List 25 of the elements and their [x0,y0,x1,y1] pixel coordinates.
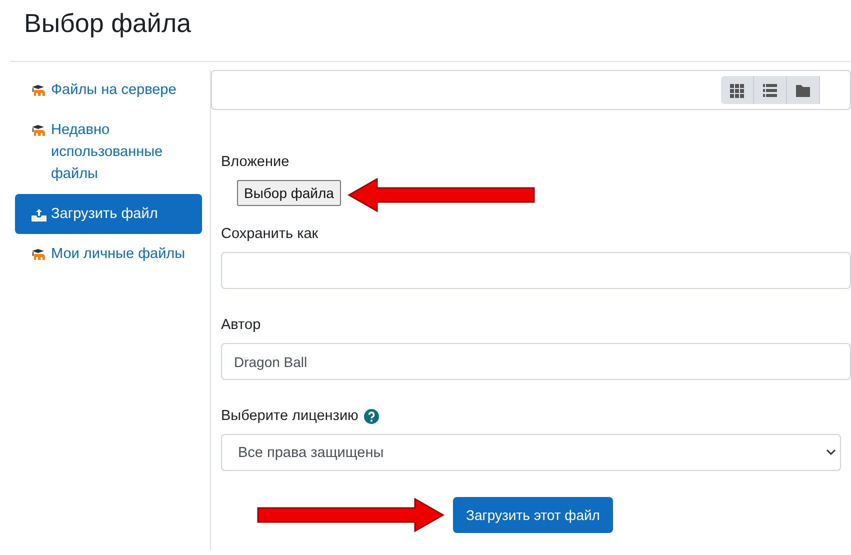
list-view-button[interactable] [754,76,787,104]
folder-view-button[interactable] [787,76,820,104]
license-dropdown[interactable]: Все права защищены [221,434,841,471]
dialog-title: Выбор файла [24,7,192,38]
field-label: Вложение [221,153,290,172]
upload-file-button[interactable]: Загрузить этот файл [453,497,613,533]
sidebar-item[interactable]: Файлы на сервере [15,70,202,110]
choose-file-button[interactable]: Выбор файла [237,180,341,206]
save-as-field[interactable] [221,252,851,289]
graduation-cap-icon [31,248,47,260]
sidebar-item[interactable]: Загрузить файл [15,194,202,234]
field-label: Автор [221,316,262,335]
grid-view-icon [729,82,745,98]
field-label: Сохранить как [221,225,320,244]
chevron-down-icon [826,449,836,456]
author-field[interactable]: Dragon Ball [221,343,851,380]
list-view-icon [762,82,778,98]
field-label: Выберите лицензию [221,407,358,426]
graduation-cap-icon [31,124,47,136]
grid-view-button[interactable] [721,76,754,104]
sidebar-item[interactable]: Недавно использованные файлы [15,110,202,194]
sidebar-item[interactable]: Мои личные файлы [15,234,202,274]
upload-tray-icon [31,208,47,222]
folder-icon [795,82,811,98]
graduation-cap-icon [31,84,47,96]
